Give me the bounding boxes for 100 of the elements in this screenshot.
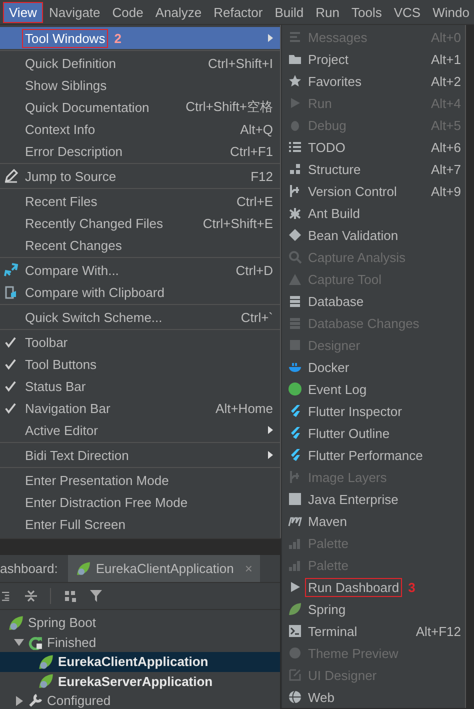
shortcut-label: Alt+6 <box>431 140 461 154</box>
filter-icon[interactable] <box>89 589 103 603</box>
branch-icon <box>288 184 302 198</box>
branch-icon <box>288 470 302 484</box>
leaf-icon <box>8 614 24 631</box>
menu-item[interactable]: Bidi Text Direction <box>0 444 280 466</box>
menu-item[interactable]: Terminal Alt+F12 <box>282 620 465 642</box>
database-icon <box>288 294 302 308</box>
list-icon <box>288 140 302 154</box>
lines-icon <box>288 30 302 44</box>
menu-item[interactable]: Spring <box>282 598 465 620</box>
menu-item[interactable]: Java Enterprise <box>282 488 465 510</box>
menu-bar-item[interactable]: View <box>3 2 43 22</box>
database-icon <box>288 316 302 330</box>
menu-bar-item[interactable]: Navigate <box>42 2 106 22</box>
menu-item[interactable]: Database <box>282 290 465 312</box>
menu-item[interactable]: Flutter Inspector <box>282 400 465 422</box>
menu-item[interactable]: Navigation Bar Alt+Home <box>0 397 280 419</box>
triangle-icon <box>288 272 302 286</box>
shortcut-label: Alt+9 <box>431 184 461 198</box>
tree-item[interactable]: Configured <box>0 691 280 709</box>
menu-bar-item[interactable]: Tools <box>346 2 388 22</box>
menu-item[interactable]: Enter Full Screen <box>0 513 280 535</box>
menu-item[interactable]: Quick Definition Ctrl+Shift+I <box>0 52 280 74</box>
collapse-all-icon[interactable] <box>24 589 38 603</box>
menu-item[interactable]: Enter Distraction Free Mode <box>0 491 280 513</box>
menu-item[interactable]: Recently Changed Files Ctrl+Shift+E <box>0 212 280 234</box>
wrench-icon <box>28 693 43 708</box>
menu-item[interactable]: Event Log <box>282 378 465 400</box>
submenu-arrow-icon <box>268 426 273 434</box>
menu-item[interactable]: Jump to Source F12 <box>0 165 280 187</box>
menu-item[interactable]: Flutter Performance <box>282 444 465 466</box>
menu-bar-item[interactable]: Code <box>106 2 150 22</box>
menu-item[interactable]: Quick Documentation Ctrl+Shift+空格 <box>0 96 280 118</box>
run-tab[interactable]: EurekaClientApplication × <box>68 555 260 582</box>
menu-item[interactable]: Project Alt+1 <box>282 48 465 70</box>
shortcut-label: Ctrl+E <box>236 194 273 208</box>
folder-icon <box>288 52 302 66</box>
arrows-icon <box>4 263 18 277</box>
menu-bar-item[interactable]: Analyze <box>149 2 208 22</box>
menu-item[interactable]: Recent Changes <box>0 234 280 256</box>
menu-item[interactable]: Ant Build <box>282 202 465 224</box>
menu-item[interactable]: Bean Validation <box>282 224 465 246</box>
menu-item[interactable]: Tool Windows 2 <box>0 27 280 49</box>
menu-item[interactable]: Active Editor <box>0 419 280 441</box>
menu-item[interactable]: Structure Alt+7 <box>282 158 465 180</box>
menu-bar-item[interactable]: VCS <box>388 2 427 22</box>
menu-item[interactable]: Recent Files Ctrl+E <box>0 190 280 212</box>
globe-icon <box>288 690 302 704</box>
menu-item[interactable]: Enter Presentation Mode <box>0 469 280 491</box>
shortcut-label: Alt+F12 <box>416 624 461 638</box>
shortcut-label: Ctrl+D <box>236 262 273 278</box>
menu-item[interactable]: Toolbar <box>0 331 280 353</box>
edit-icon <box>288 668 302 682</box>
rerun-icon <box>28 634 43 650</box>
menu-item[interactable]: Docker <box>282 356 465 378</box>
submenu-arrow-icon <box>268 451 273 459</box>
menu-item[interactable]: Status Bar <box>0 375 280 397</box>
tree-item[interactable]: EurekaServerApplication <box>0 672 280 691</box>
callout-number: 3 <box>408 580 416 594</box>
menu-bar-item[interactable]: Run <box>310 2 346 22</box>
menu-item[interactable]: Flutter Outline <box>282 422 465 444</box>
expand-all-icon[interactable] <box>2 589 12 603</box>
menu-item[interactable]: TODO Alt+6 <box>282 136 465 158</box>
bars-icon <box>288 558 302 572</box>
menu-item[interactable]: Quick Switch Scheme... Ctrl+` <box>0 306 280 328</box>
shortcut-label: Ctrl+F1 <box>230 144 273 158</box>
menu-item[interactable]: Compare With... Ctrl+D <box>0 259 280 281</box>
menu-item[interactable]: Favorites Alt+2 <box>282 70 465 92</box>
tree-item[interactable]: Finished <box>0 632 280 652</box>
bars-icon <box>288 536 302 550</box>
play-icon <box>288 96 302 110</box>
menu-item[interactable]: Maven <box>282 510 465 532</box>
menu-item[interactable]: Version Control Alt+9 <box>282 180 465 202</box>
menu-bar-item[interactable]: Windo <box>426 2 474 22</box>
shortcut-label: Alt+2 <box>431 74 461 88</box>
tree-item[interactable]: EurekaClientApplication <box>0 652 280 672</box>
search-icon <box>288 250 302 264</box>
leaf-icon <box>288 602 302 616</box>
menu-bar-item[interactable]: Build <box>268 2 310 22</box>
leaf-icon <box>38 673 54 690</box>
tree-item[interactable]: Spring Boot <box>0 613 280 632</box>
menu-item[interactable]: Context Info Alt+Q <box>0 118 280 140</box>
menu-item[interactable]: Compare with Clipboard <box>0 281 280 303</box>
play-icon <box>288 580 302 594</box>
menu-bar-item[interactable]: Refactor <box>208 2 269 22</box>
leaf-icon <box>38 654 54 670</box>
menu-item[interactable]: Web <box>282 686 465 708</box>
menu-item[interactable]: Run Dashboard 3 <box>282 576 465 598</box>
menu-item[interactable]: Show Siblings <box>0 74 280 96</box>
menu-item[interactable]: Tool Buttons <box>0 353 280 375</box>
group-icon[interactable] <box>63 589 77 603</box>
submenu-arrow-icon <box>268 34 273 42</box>
menu-item[interactable]: Error Description Ctrl+F1 <box>0 140 280 162</box>
panel-title: ashboard: <box>0 561 59 576</box>
shortcut-label: Alt+Home <box>216 400 273 416</box>
pencil-icon <box>4 169 18 183</box>
whale-icon <box>288 360 302 374</box>
circle-icon <box>288 382 302 396</box>
diamond-icon <box>288 228 302 242</box>
